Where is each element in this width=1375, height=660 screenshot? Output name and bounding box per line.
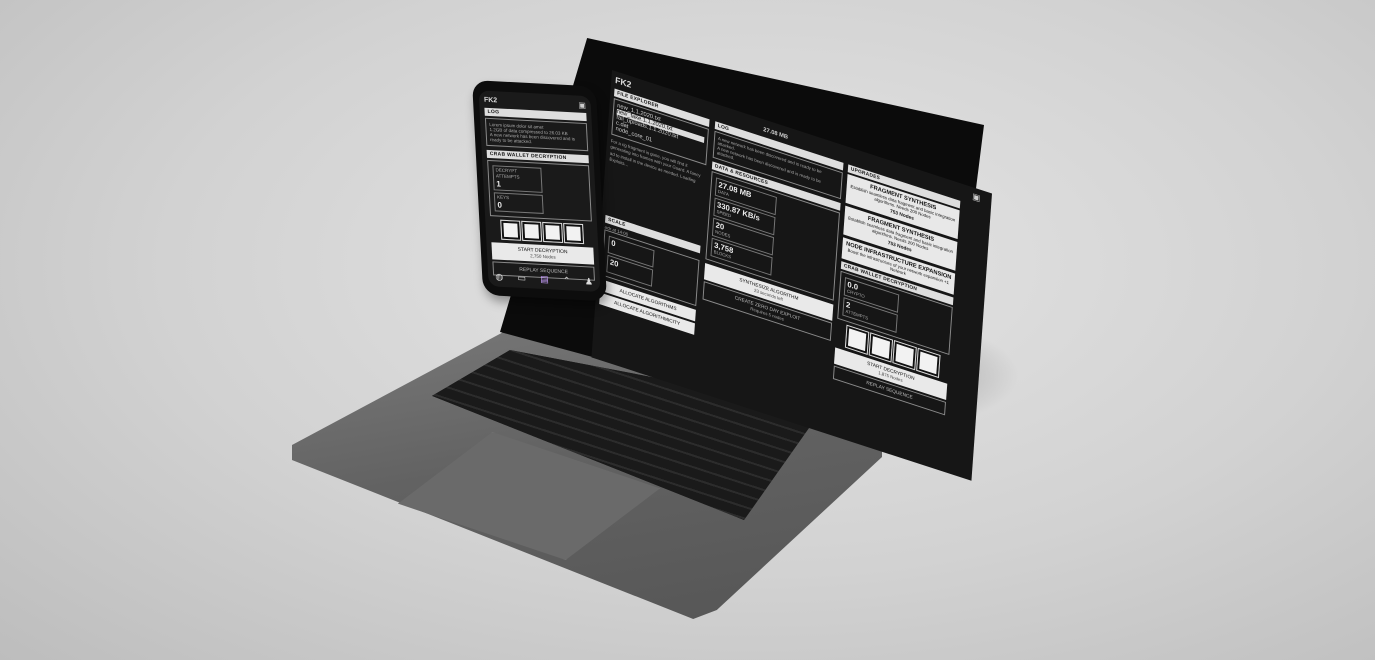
- scale-panel: SCALE ack at 14:06 0 20 ALLOCATE ALGORIT…: [599, 214, 701, 337]
- chevron-up-icon[interactable]: ⌃: [563, 275, 571, 286]
- phone-wallet-stats: DECRYPT ATTEMPTS 1 KEYS 0: [487, 159, 592, 222]
- chart-icon[interactable]: ▤: [540, 274, 549, 285]
- wallet-stat: KEYS 0: [493, 192, 544, 214]
- decryption-slot[interactable]: [520, 220, 542, 242]
- phone-decryption-slots: [490, 219, 593, 245]
- decryption-slot[interactable]: [891, 339, 917, 371]
- log-column: LOG A new network has been discovered an…: [702, 121, 844, 343]
- decryption-slot[interactable]: [868, 332, 893, 363]
- save-icon[interactable]: ▣: [972, 191, 981, 204]
- user-icon[interactable]: ♟: [585, 276, 594, 287]
- phone-log-list: Lorem ipsum dolor sit amet 1.2GB of data…: [484, 117, 589, 152]
- upgrades-column: UPGRADES FRAGMENT SYNTHESIS Establish se…: [832, 164, 961, 417]
- decryption-slot[interactable]: [499, 219, 521, 241]
- decryption-slot[interactable]: [915, 347, 941, 378]
- globe-icon[interactable]: ◍: [495, 271, 503, 282]
- file-explorer-column: FILE EXPLORER new_1.1.2020.txt new_fake.…: [609, 88, 710, 193]
- decryption-slot[interactable]: [562, 222, 584, 245]
- wallet-stat: DECRYPT ATTEMPTS 1: [492, 165, 543, 193]
- phone-logo: FK2: [483, 96, 498, 105]
- folder-icon[interactable]: ▭: [517, 273, 526, 284]
- decryption-slot[interactable]: [541, 221, 563, 243]
- decryption-slot[interactable]: [844, 324, 869, 355]
- phone: FK2 ▣ LOG Lorem ipsum dolor sit amet 1.2…: [472, 80, 608, 302]
- phone-screen: FK2 ▣ LOG Lorem ipsum dolor sit amet 1.2…: [478, 90, 601, 293]
- save-icon[interactable]: ▣: [578, 101, 586, 110]
- app-logo: FK2: [614, 75, 632, 90]
